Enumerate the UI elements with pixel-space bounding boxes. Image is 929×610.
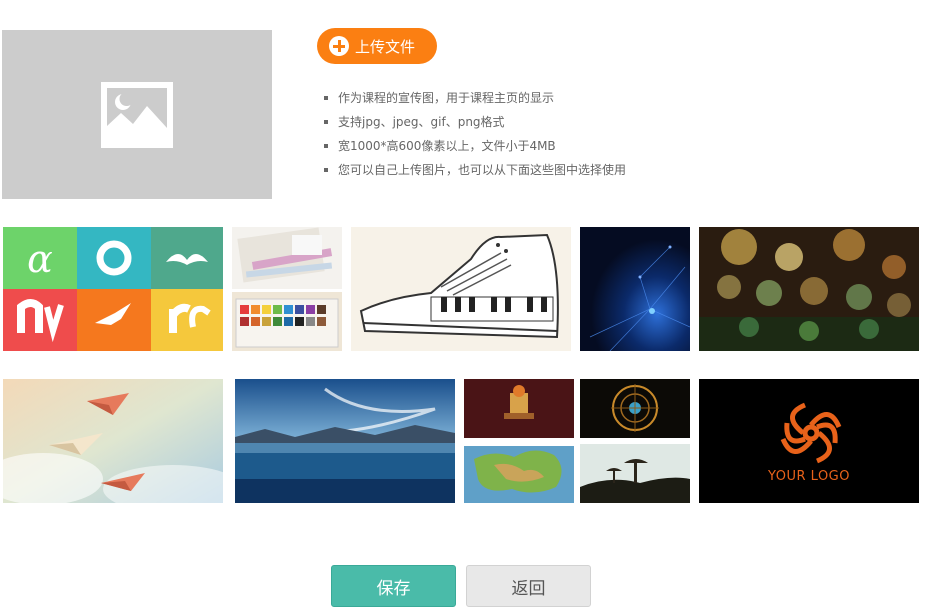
logo-text: YOUR LOGO (768, 469, 850, 484)
sneaker-image (351, 227, 571, 351)
upload-notes: 作为课程的宣传图，用于课程主页的显示 支持jpg、jpeg、gif、png格式 … (321, 86, 626, 182)
gallery-thumb-logo[interactable]: YOUR LOGO (699, 379, 919, 503)
gallery-thumb-app-icons[interactable]: α (3, 227, 223, 351)
stationery-image (232, 227, 342, 351)
app-icons-image: α (3, 227, 223, 351)
lake-image (235, 379, 455, 503)
gallery-thumb-snow-globes[interactable] (699, 227, 919, 351)
upload-file-button[interactable]: 上传文件 (317, 28, 437, 64)
note-item: 您可以自己上传图片，也可以从下面这些图中选择使用 (321, 158, 626, 182)
plus-circle-icon (329, 36, 349, 56)
image-placeholder-icon (101, 81, 173, 148)
note-item: 宽1000*高600像素以上，文件小于4MB (321, 134, 626, 158)
fantasy-map-image (464, 379, 574, 503)
paper-planes-image (3, 379, 223, 503)
svg-text:α: α (27, 237, 53, 281)
gallery-thumb-fantasy-map[interactable] (464, 379, 574, 503)
gallery-thumb-mushroom[interactable] (580, 379, 690, 503)
note-item: 支持jpg、jpeg、gif、png格式 (321, 110, 626, 134)
save-button[interactable]: 保存 (331, 565, 456, 607)
gallery-thumb-network[interactable] (580, 227, 690, 351)
upload-file-label: 上传文件 (355, 37, 416, 56)
back-button[interactable]: 返回 (466, 565, 591, 607)
gallery-thumb-sneaker[interactable] (351, 227, 571, 351)
logo-swirl-icon (699, 379, 919, 503)
note-item: 作为课程的宣传图，用于课程主页的显示 (321, 86, 626, 110)
gallery-thumb-paper-planes[interactable] (3, 379, 223, 503)
cover-preview (2, 30, 272, 199)
mushroom-image (580, 379, 690, 503)
gallery-thumb-stationery[interactable] (232, 227, 342, 351)
snow-globes-image (699, 227, 919, 351)
gallery-thumb-lake[interactable] (235, 379, 455, 503)
network-image (580, 227, 690, 351)
